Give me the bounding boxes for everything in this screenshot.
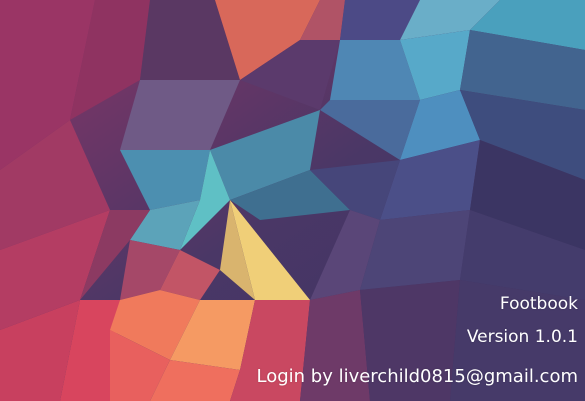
app-version: Version 1.0.1	[466, 327, 578, 347]
login-info: Login by liverchild0815@gmail.com	[256, 366, 578, 387]
splash-screen: Footbook Version 1.0.1 Login by liverchi…	[0, 0, 585, 401]
app-name: Footbook	[499, 294, 578, 314]
